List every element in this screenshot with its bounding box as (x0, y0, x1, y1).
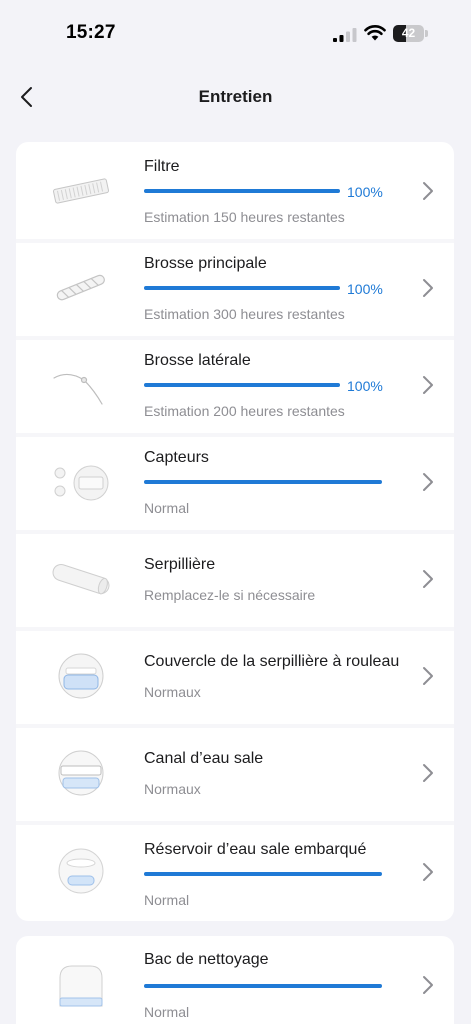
battery-icon: 42 (393, 25, 429, 42)
dirty-water-channel-icon (58, 750, 104, 796)
chevron-right-icon (423, 976, 433, 994)
item-name: Brosse principale (144, 255, 267, 272)
cellular-signal-icon (333, 28, 357, 42)
chevron-right-icon (423, 863, 433, 881)
chevron-right-icon (423, 764, 433, 782)
mop-roller-icon (52, 564, 110, 595)
item-name: Bac de nettoyage (144, 951, 269, 968)
maintenance-item-filter[interactable]: Filtre 100% Estimation 150 heures restan… (16, 142, 454, 239)
percent-label: 100% (347, 184, 383, 200)
item-subtitle: Normal (144, 1004, 190, 1020)
chevron-right-icon (423, 570, 433, 588)
item-name: Réservoir d’eau sale embarqué (144, 841, 367, 858)
progress-bar (144, 286, 340, 290)
progress-bar (144, 189, 340, 193)
maintenance-list: Filtre 100% Estimation 150 heures restan… (16, 142, 454, 921)
wifi-icon (364, 25, 386, 41)
side-brush-icon (53, 373, 103, 405)
maintenance-item-cleaning-tray[interactable]: Bac de nettoyage Normal (16, 936, 454, 1024)
item-name: Brosse latérale (144, 352, 251, 369)
progress-bar (144, 984, 382, 988)
filter-icon (53, 178, 109, 204)
item-name: Capteurs (144, 449, 209, 466)
item-subtitle: Normaux (144, 684, 201, 700)
onboard-dirty-water-tank-icon (58, 848, 104, 894)
item-subtitle: Estimation 200 heures restantes (144, 403, 345, 419)
maintenance-item-main-brush[interactable]: Brosse principale 100% Estimation 300 he… (16, 239, 454, 336)
percent-label: 100% (347, 378, 383, 394)
item-subtitle: Estimation 300 heures restantes (144, 306, 345, 322)
maintenance-item-side-brush[interactable]: Brosse latérale 100% Estimation 200 heur… (16, 336, 454, 433)
maintenance-item-mop[interactable]: Serpillière Remplacez-le si nécessaire (16, 530, 454, 627)
maintenance-item-mop-cover[interactable]: Couvercle de la serpillière à rouleau No… (16, 627, 454, 724)
battery-level: 42 (401, 26, 416, 40)
item-subtitle: Estimation 150 heures restantes (144, 209, 345, 225)
item-name: Serpillière (144, 556, 216, 573)
status-time: 15:27 (66, 22, 116, 43)
maintenance-item-dirty-water-channel[interactable]: Canal d’eau sale Normaux (16, 724, 454, 821)
item-subtitle: Normal (144, 500, 190, 516)
main-brush-icon (56, 274, 105, 301)
status-bar: 15:27 42 (0, 0, 471, 70)
chevron-right-icon (423, 279, 433, 297)
chevron-right-icon (423, 667, 433, 685)
maintenance-item-onboard-dirty-water-tank[interactable]: Réservoir d’eau sale embarqué Normal (16, 821, 454, 921)
sensors-icon (54, 465, 109, 501)
base-station-list: Bac de nettoyage Normal (16, 936, 454, 1024)
cleaning-tray-icon (59, 965, 103, 1007)
page-title: Entretien (198, 87, 273, 106)
progress-bar (144, 872, 382, 876)
item-subtitle: Normaux (144, 781, 201, 797)
item-subtitle: Remplacez-le si nécessaire (144, 587, 316, 603)
item-subtitle: Normal (144, 892, 190, 908)
item-name: Filtre (144, 158, 180, 175)
percent-label: 100% (347, 281, 383, 297)
navigation-bar: Entretien (0, 70, 471, 126)
maintenance-item-sensors[interactable]: Capteurs Normal (16, 433, 454, 530)
item-name: Couvercle de la serpillière à rouleau (144, 653, 400, 670)
chevron-right-icon (423, 473, 433, 491)
progress-bar (144, 383, 340, 387)
progress-bar (144, 480, 382, 484)
chevron-right-icon (423, 376, 433, 394)
mop-cover-icon (58, 653, 104, 699)
chevron-right-icon (423, 182, 433, 200)
item-name: Canal d’eau sale (144, 750, 264, 767)
